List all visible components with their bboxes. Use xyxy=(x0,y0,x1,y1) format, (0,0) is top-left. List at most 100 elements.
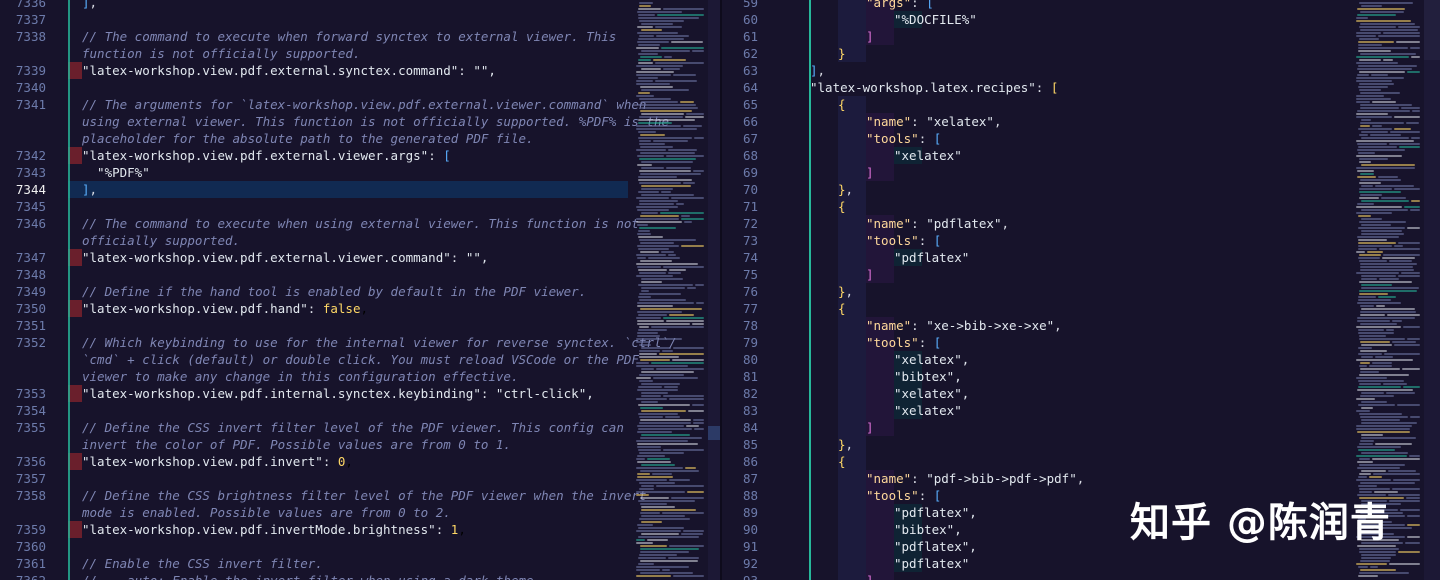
minimap-line xyxy=(671,41,703,43)
right-scrollbar-thumb[interactable] xyxy=(1424,0,1440,60)
code-line[interactable]: 7353 "latex-workshop.view.pdf.internal.sy… xyxy=(0,385,630,402)
code-line[interactable]: 7352 // Which keybinding to use for the i… xyxy=(0,334,677,351)
code-line[interactable]: 59 "args": [ xyxy=(722,0,1352,11)
line-number: 77 xyxy=(742,301,758,316)
code-line[interactable]: 7361 // Enable the CSS invert filter. xyxy=(0,555,630,572)
code-line[interactable]: 7348 xyxy=(0,266,630,283)
line-number: 86 xyxy=(742,454,758,469)
code-line[interactable]: 7339 "latex-workshop.view.pdf.external.sy… xyxy=(0,62,630,79)
code-line[interactable]: 83 "xelatex" xyxy=(722,402,1352,419)
code-line[interactable]: 85}, xyxy=(722,436,1352,453)
code-line[interactable]: 7342 "latex-workshop.view.pdf.external.vi… xyxy=(0,147,630,164)
code-line[interactable]: 7359 "latex-workshop.view.pdf.invertMode.… xyxy=(0,521,630,538)
code-text: ] xyxy=(866,267,874,282)
left-minimap[interactable] xyxy=(636,0,708,580)
code-line[interactable]: 7349 // Define if the hand tool is enable… xyxy=(0,283,630,300)
line-number: 82 xyxy=(742,386,758,401)
minimap-line xyxy=(1360,440,1374,442)
minimap-line xyxy=(664,386,678,388)
minimap-line xyxy=(639,488,654,490)
code-line[interactable]: officially supported. xyxy=(0,232,630,249)
minimap-line xyxy=(639,227,676,229)
code-line[interactable]: 82 "xelatex", xyxy=(722,385,1352,402)
code-line[interactable]: 76}, xyxy=(722,283,1352,300)
code-line[interactable]: invert the color of PDF. Possible values… xyxy=(0,436,630,453)
code-text: "tools": [ xyxy=(866,233,942,248)
code-line[interactable]: 7347 "latex-workshop.view.pdf.external.vi… xyxy=(0,249,630,266)
minimap-line xyxy=(638,248,669,250)
code-line[interactable]: 68 "xelatex" xyxy=(722,147,1352,164)
code-line[interactable]: 7341 // The arguments for `latex-workshop… xyxy=(0,96,647,113)
code-line[interactable]: 7350 "latex-workshop.view.pdf.hand": fals… xyxy=(0,300,630,317)
code-line[interactable]: 60 "%DOCFILE%" xyxy=(722,11,1352,28)
code-line[interactable]: 67 "tools": [ xyxy=(722,130,1352,147)
code-line[interactable]: 77 { xyxy=(722,300,1352,317)
minimap-line xyxy=(636,575,671,577)
code-line[interactable]: 7351 xyxy=(0,317,630,334)
code-line[interactable]: 61] xyxy=(722,28,1352,45)
code-line[interactable]: 7358 // Define the CSS brightness filter … xyxy=(0,487,647,504)
code-line[interactable]: 73 "tools": [ xyxy=(722,232,1352,249)
code-line[interactable]: 75] xyxy=(722,266,1352,283)
minimap-line xyxy=(639,143,665,145)
code-line[interactable]: mode is enabled. Possible values are fro… xyxy=(0,504,630,521)
code-line[interactable]: 7338 // The command to execute when forwa… xyxy=(0,28,630,45)
code-line[interactable]: 81 "bibtex", xyxy=(722,368,1352,385)
left-scrollbar[interactable] xyxy=(708,0,720,580)
minimap-line xyxy=(638,8,661,10)
code-line[interactable]: 71 { xyxy=(722,198,1352,215)
code-line[interactable]: viewer to make any change in this config… xyxy=(0,368,630,385)
code-text: // - auto: Enable the invert filter when… xyxy=(82,572,541,580)
code-line[interactable]: 7343 "%PDF%" xyxy=(0,164,630,181)
code-line[interactable]: 80 "xelatex", xyxy=(722,351,1352,368)
code-line[interactable]: 64 "latex-workshop.latex.recipes": [ xyxy=(722,79,1352,96)
left-editor-pane[interactable]: 7336], 7337 7338// The command to execute … xyxy=(0,0,720,580)
minimap-line xyxy=(1358,248,1377,250)
code-line[interactable]: placeholder for the absolute path to the… xyxy=(0,130,630,147)
minimap-line xyxy=(1359,188,1392,190)
right-scrollbar[interactable] xyxy=(1424,0,1440,580)
code-line[interactable]: 65 { xyxy=(722,96,1352,113)
code-line[interactable]: 63], xyxy=(722,62,1352,79)
code-line[interactable]: 92 "pdflatex" xyxy=(722,555,1352,572)
code-line[interactable]: 74 "pdflatex" xyxy=(722,249,1352,266)
code-line[interactable]: 86 { xyxy=(722,453,1352,470)
code-line[interactable]: 7356 "latex-workshop.view.pdf.invert": 0, xyxy=(0,453,630,470)
code-line[interactable]: function is not officially supported. xyxy=(0,45,630,62)
code-line[interactable]: 84] xyxy=(722,419,1352,436)
code-line[interactable]: 72 "name": "pdflatex", xyxy=(722,215,1352,232)
code-line[interactable]: 62} xyxy=(722,45,1352,62)
minimap-line xyxy=(1360,371,1379,373)
code-line[interactable]: 7345 xyxy=(0,198,630,215)
code-line[interactable]: 7337 xyxy=(0,11,630,28)
code-line[interactable]: `cmd` + click (default) or double click.… xyxy=(0,351,639,368)
code-line[interactable]: 93] xyxy=(722,572,1352,580)
code-line[interactable]: 69] xyxy=(722,164,1352,181)
code-line[interactable]: 7336], xyxy=(0,0,630,11)
code-line[interactable]: 79 "tools": [ xyxy=(722,334,1352,351)
code-line[interactable]: using external viewer. This function is … xyxy=(0,113,669,130)
minimap-line xyxy=(636,542,653,544)
code-line[interactable]: 78 "name": "xe->bib->xe->xe", xyxy=(722,317,1352,334)
minimap-line xyxy=(1357,203,1374,205)
minimap-line xyxy=(1356,95,1384,97)
code-line[interactable]: 7346 // The command to execute when using… xyxy=(0,215,639,232)
minimap-line xyxy=(688,410,704,412)
minimap-line xyxy=(1356,212,1392,214)
code-line[interactable]: 7360 xyxy=(0,538,630,555)
code-line[interactable]: 7355 // Define the CSS invert filter leve… xyxy=(0,419,630,436)
code-line[interactable]: 7354 xyxy=(0,402,630,419)
code-line[interactable]: 87 "name": "pdf->bib->pdf->pdf", xyxy=(722,470,1352,487)
code-line[interactable]: 70}, xyxy=(722,181,1352,198)
left-scrollbar-thumb[interactable] xyxy=(708,426,720,440)
minimap-line xyxy=(639,239,696,241)
code-line[interactable]: 7340 xyxy=(0,79,630,96)
minimap-line xyxy=(636,47,659,49)
code-line[interactable]: 7344], xyxy=(0,181,630,198)
code-line[interactable]: 7357 xyxy=(0,470,630,487)
minimap-line xyxy=(1356,98,1391,100)
minimap-line xyxy=(1390,131,1420,133)
code-line[interactable]: 7362 // - auto: Enable the invert filter … xyxy=(0,572,630,580)
minimap-line xyxy=(637,320,664,322)
code-line[interactable]: 66 "name": "xelatex", xyxy=(722,113,1352,130)
